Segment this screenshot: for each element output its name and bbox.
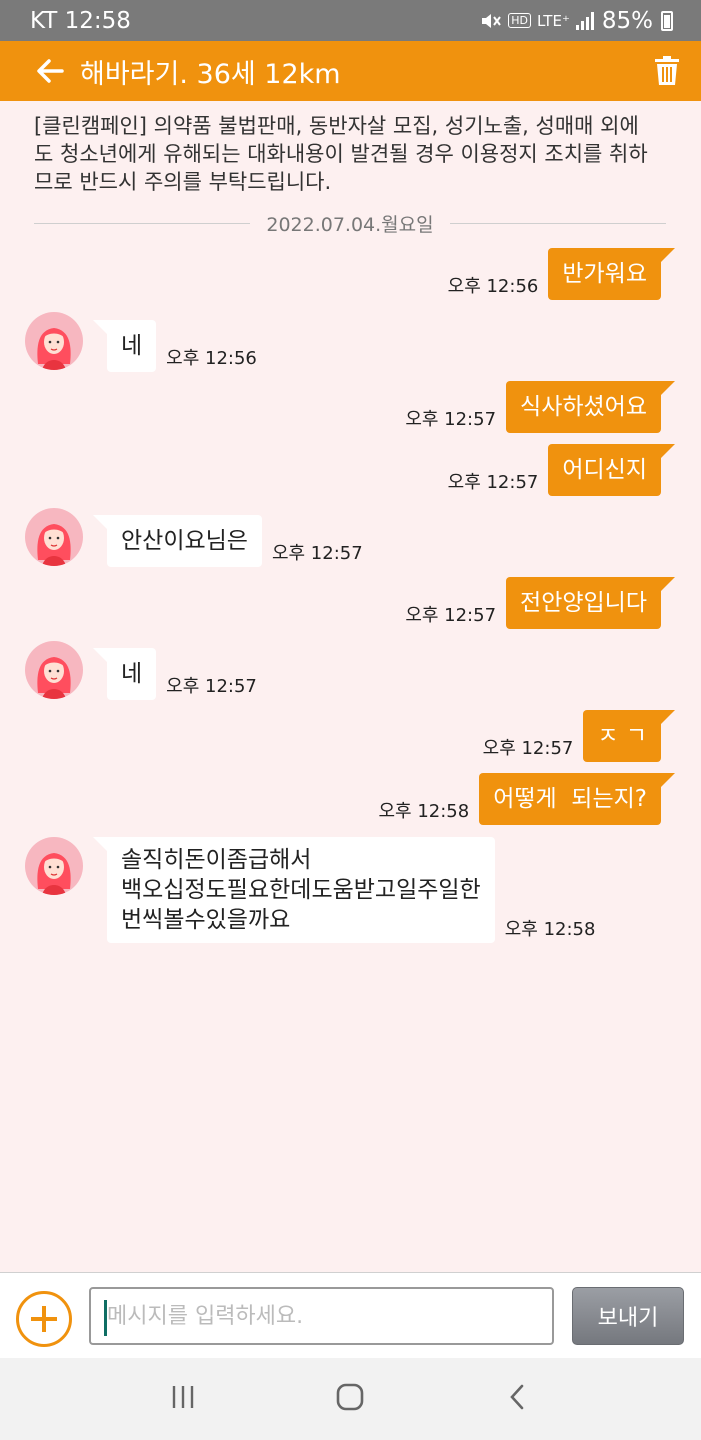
- avatar-illustration: [37, 524, 71, 566]
- message-bubble[interactable]: 전안양입니다: [506, 577, 675, 629]
- status-bar: KT 12:58 HD LTE⁺ 85%: [0, 0, 701, 41]
- avatar-illustration: [37, 657, 71, 699]
- message-line: 백오십정도필요한데도움받고일주일한: [121, 877, 481, 903]
- clean-campaign-notice: [클린캠페인] 의약품 불법판매, 동반자살 모집, 성기노출, 성매매 외에도…: [34, 114, 648, 194]
- signal-icon: [575, 11, 594, 30]
- recent-apps-icon[interactable]: [169, 1383, 197, 1415]
- message-time: 오후 12:57: [271, 543, 363, 564]
- chat-title: 해바라기. 36세 12km: [80, 58, 341, 90]
- back-arrow-icon[interactable]: [34, 55, 66, 87]
- sent-message: 오후 12:57 어디신지: [447, 444, 675, 496]
- system-nav-bar: [0, 1358, 701, 1440]
- message-time: 오후 12:57: [482, 738, 574, 759]
- message-time: 오후 12:56: [447, 276, 539, 297]
- message-time: 오후 12:58: [504, 919, 596, 940]
- message-bubble[interactable]: 안산이요님은: [93, 515, 262, 567]
- back-icon[interactable]: [504, 1383, 532, 1415]
- message-bubble[interactable]: 네: [92, 648, 157, 700]
- sent-message: 오후 12:57 ㅈ ㄱ: [482, 710, 675, 762]
- message-input[interactable]: [89, 1287, 554, 1345]
- text-caret: [104, 1300, 107, 1336]
- message-line: 솔직히돈이좀급해서: [121, 847, 312, 873]
- home-icon[interactable]: [335, 1382, 365, 1416]
- hd-icon: HD: [508, 13, 532, 28]
- trash-icon[interactable]: [653, 56, 681, 86]
- lte-icon: LTE⁺: [537, 11, 570, 30]
- divider-line: [34, 223, 251, 224]
- received-message: 네 오후 12:57: [92, 648, 257, 700]
- message-bubble[interactable]: ㅈ ㄱ: [583, 710, 675, 762]
- date-label: 2022.07.04.월요일: [266, 214, 434, 236]
- message-time: 오후 12:57: [405, 409, 497, 430]
- message-time: 오후 12:57: [166, 676, 257, 697]
- message-line: 번씩볼수있을까요: [121, 907, 291, 933]
- sent-message: 오후 12:57 전안양입니다: [405, 577, 675, 629]
- status-icons: HD LTE⁺ 85%: [480, 8, 673, 34]
- message-time: 오후 12:57: [447, 472, 539, 493]
- message-bubble[interactable]: 어디신지: [548, 444, 675, 496]
- divider-line: [449, 223, 666, 224]
- carrier-time: KT 12:58: [30, 7, 131, 34]
- received-message: 안산이요님은 오후 12:57: [93, 515, 363, 567]
- date-divider: 2022.07.04.월요일: [34, 210, 666, 237]
- partner-avatar[interactable]: [25, 312, 83, 370]
- sent-message: 오후 12:56 반가워요: [447, 248, 675, 300]
- message-time: 오후 12:58: [378, 801, 470, 822]
- avatar-illustration: [37, 328, 71, 370]
- attach-plus-icon[interactable]: [16, 1291, 72, 1347]
- received-message: 솔직히돈이좀급해서 백오십정도필요한데도움받고일주일한 번씩볼수있을까요 오후 …: [93, 837, 596, 943]
- message-bubble[interactable]: 식사하셨어요: [506, 381, 675, 433]
- sent-message: 오후 12:58 어떻게 되는지?: [378, 773, 675, 825]
- partner-avatar[interactable]: [25, 641, 83, 699]
- message-bubble[interactable]: 솔직히돈이좀급해서 백오십정도필요한데도움받고일주일한 번씩볼수있을까요: [93, 837, 495, 943]
- send-button[interactable]: 보내기: [572, 1287, 684, 1345]
- received-message: 네 오후 12:56: [92, 320, 257, 372]
- app-bar: 해바라기. 36세 12km: [0, 41, 701, 101]
- battery-percent: 85%: [601, 7, 653, 34]
- message-time: 오후 12:56: [166, 348, 257, 369]
- partner-avatar[interactable]: [25, 508, 83, 566]
- battery-icon: [661, 10, 673, 31]
- mute-icon: [482, 13, 502, 28]
- message-bubble[interactable]: 반가워요: [548, 248, 675, 300]
- partner-avatar[interactable]: [25, 837, 83, 895]
- message-bubble[interactable]: 어떻게 되는지?: [479, 773, 675, 825]
- message-time: 오후 12:57: [405, 605, 497, 626]
- sent-message: 오후 12:57 식사하셨어요: [405, 381, 675, 433]
- message-bubble[interactable]: 네: [92, 320, 157, 372]
- avatar-illustration: [37, 853, 71, 895]
